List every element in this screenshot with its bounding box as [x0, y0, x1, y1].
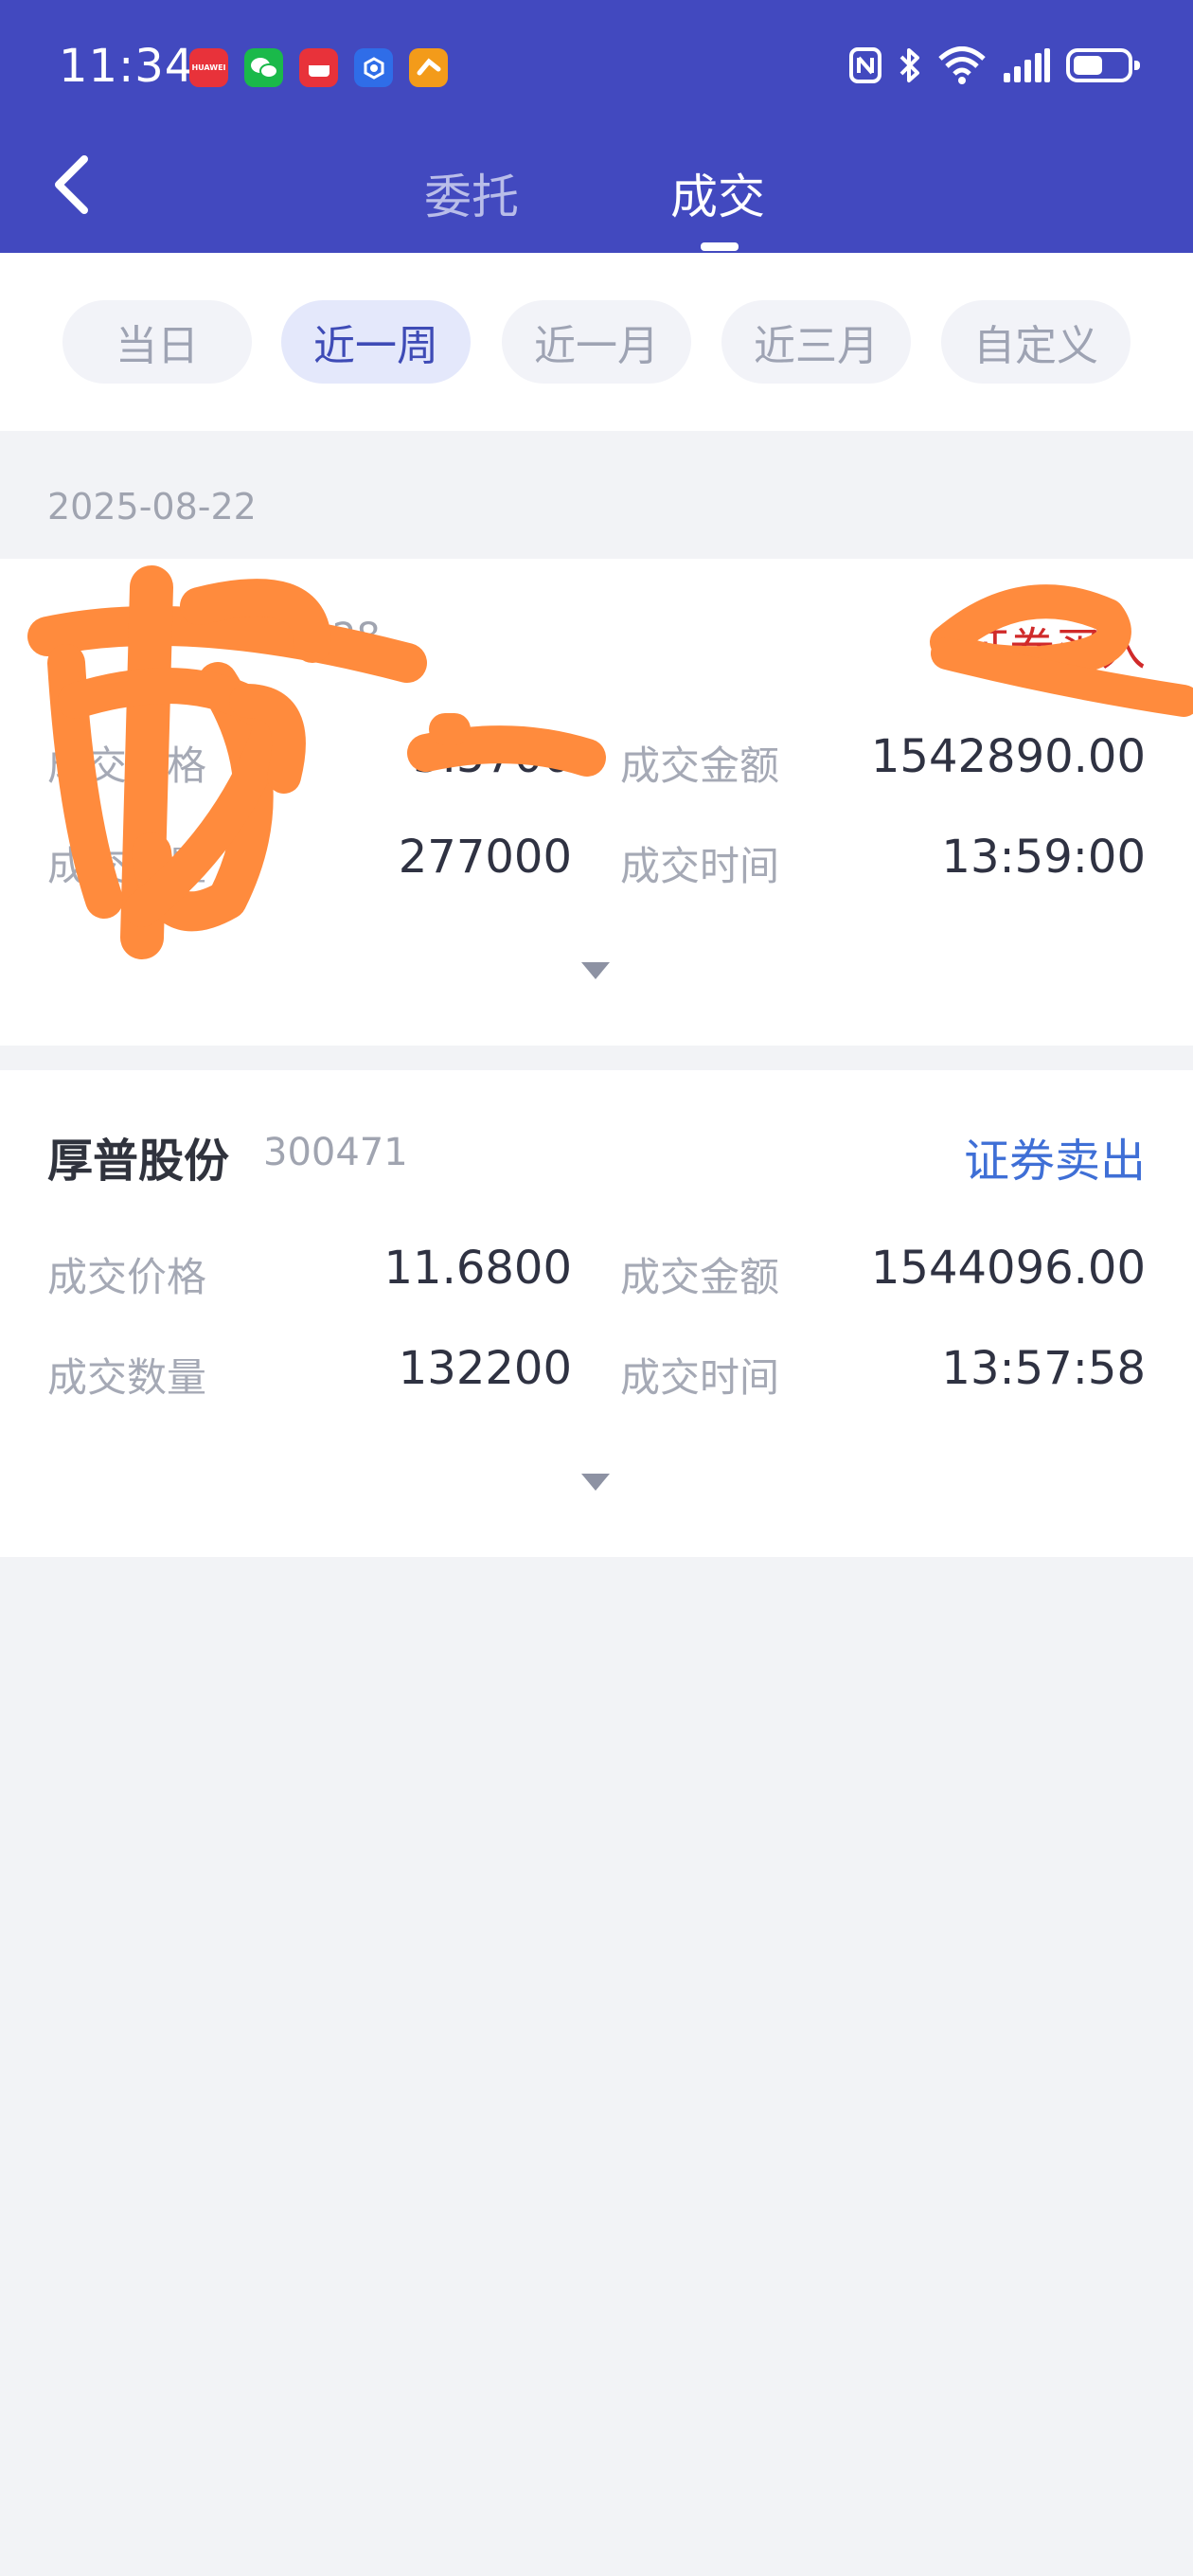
- amount-label: 成交金额: [620, 742, 780, 789]
- nfc-icon: [849, 47, 881, 83]
- amount-label: 成交金额: [620, 1254, 780, 1300]
- expand-caret-icon[interactable]: [581, 962, 610, 979]
- trade-card[interactable]: 厚普股份 300471 证券卖出 成交价格 11.6800 成交金额 15440…: [0, 1070, 1193, 1557]
- battery-icon: [1066, 48, 1140, 82]
- time-value: 13:57:58: [941, 1342, 1146, 1395]
- bluetooth-icon: [899, 48, 919, 82]
- top-tabs: 委托 成交: [0, 159, 1193, 244]
- app-header: 11:34 HUAWEI 委托 成交: [0, 0, 1193, 253]
- wechat-icon: [244, 48, 283, 87]
- price-label: 成交价格: [47, 742, 207, 789]
- quantity-value: 277000: [398, 831, 572, 884]
- orange-app-icon: [409, 48, 448, 87]
- amount-value: 1542890.00: [870, 730, 1146, 783]
- filter-chip-custom[interactable]: 自定义: [941, 300, 1131, 384]
- active-tab-indicator: [701, 242, 739, 251]
- time-label: 成交时间: [620, 843, 780, 889]
- quantity-value: 132200: [398, 1342, 572, 1395]
- quantity-label: 成交数量: [47, 843, 207, 889]
- status-app-icons: HUAWEI: [189, 48, 448, 87]
- time-label: 成交时间: [620, 1354, 780, 1401]
- filter-chip-three-months[interactable]: 近三月: [721, 300, 911, 384]
- filter-chip-today[interactable]: 当日: [62, 300, 252, 384]
- trade-type: 证券卖出: [963, 1135, 1146, 1188]
- huawei-app-icon: HUAWEI: [189, 48, 228, 87]
- expand-caret-icon[interactable]: [581, 1474, 610, 1491]
- period-filter-bar: 当日 近一周 近一月 近三月 自定义: [0, 253, 1193, 431]
- stock-name: 厚普股份: [47, 1135, 230, 1188]
- amount-value: 1544096.00: [870, 1242, 1146, 1295]
- price-value: 11.6800: [383, 1242, 573, 1295]
- quantity-label: 成交数量: [47, 1354, 207, 1401]
- date-group-label: 2025-08-22: [47, 486, 257, 528]
- tab-trades[interactable]: 成交: [670, 159, 765, 227]
- price-label: 成交价格: [47, 1254, 207, 1300]
- time-value: 13:59:00: [941, 831, 1146, 884]
- filter-chip-week[interactable]: 近一周: [281, 300, 471, 384]
- stock-code: …3428: [246, 616, 381, 659]
- price-value: 5.5700: [413, 730, 572, 783]
- status-time: 11:34: [59, 40, 195, 93]
- status-indicators: [848, 45, 1140, 85]
- filter-chip-month[interactable]: 近一月: [502, 300, 691, 384]
- stock-code: 300471: [263, 1131, 408, 1174]
- trade-type: 证券买入: [963, 623, 1146, 676]
- blue-app-icon: [354, 48, 393, 87]
- trade-card[interactable]: …3428 证券买入 成交价格 5.5700 成交金额 1542890.00 成…: [0, 559, 1193, 1046]
- wifi-icon: [938, 46, 986, 84]
- red-app-icon: [299, 48, 338, 87]
- tab-orders[interactable]: 委托: [424, 159, 519, 227]
- signal-icon: [1004, 48, 1050, 82]
